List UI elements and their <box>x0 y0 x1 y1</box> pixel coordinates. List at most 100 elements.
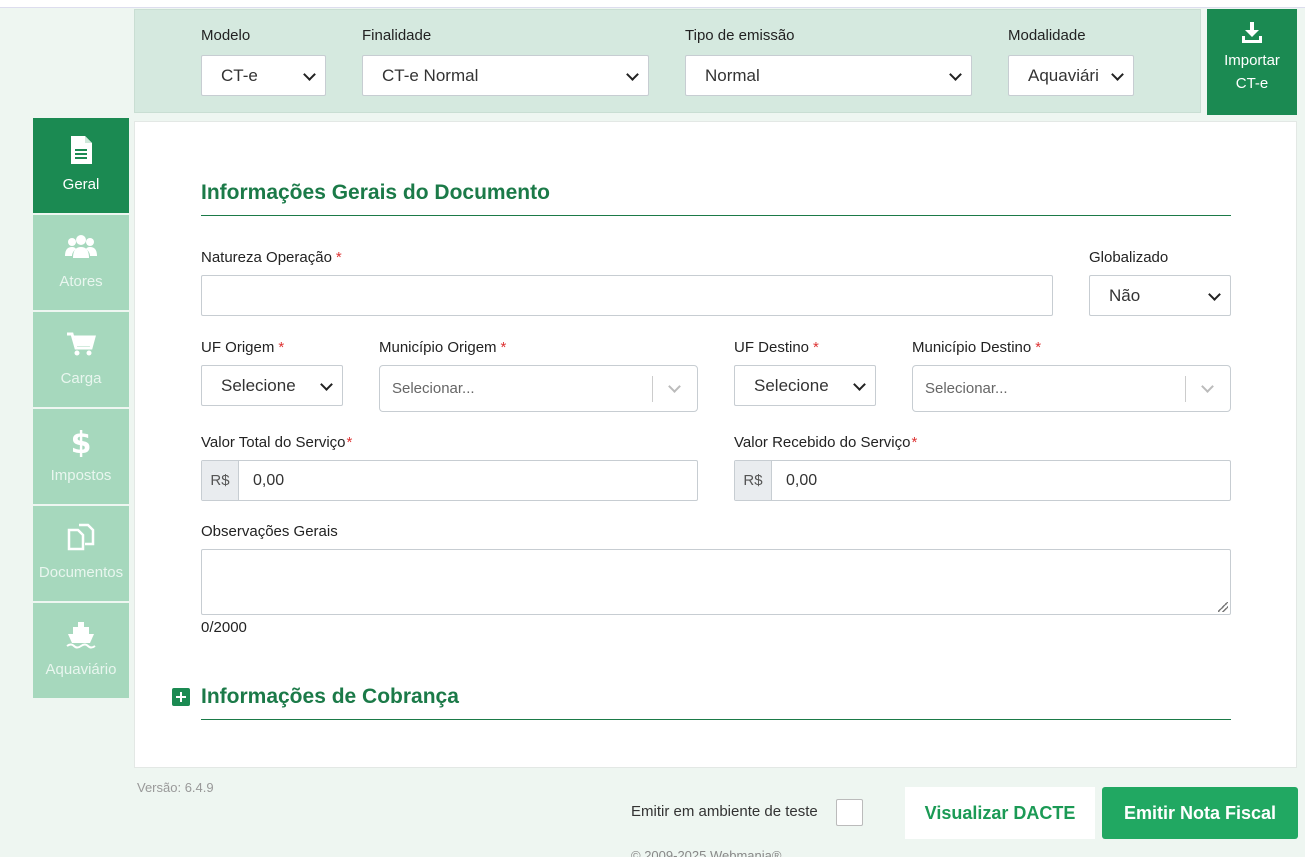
chevron-down-icon <box>1111 69 1125 83</box>
globalizado-label: Globalizado <box>1089 249 1169 266</box>
natureza-label: Natureza Operação * <box>201 249 342 266</box>
copyright-text: © 2009-2025 Webmania® <box>631 848 782 857</box>
finalidade-label: Finalidade <box>362 27 432 44</box>
emitir-nota-fiscal-button[interactable]: Emitir Nota Fiscal <box>1102 787 1298 839</box>
observacoes-label: Observações Gerais <box>201 523 338 540</box>
section-title-cobranca[interactable]: Informações de Cobrança <box>201 685 459 709</box>
character-counter: 0/2000 <box>201 619 247 636</box>
required-marker: * <box>911 434 918 451</box>
import-line1: Importar <box>1224 52 1280 69</box>
chevron-down-icon <box>1208 289 1222 303</box>
municipio-origem-label: Município Origem * <box>379 339 506 356</box>
modelo-select[interactable]: CT-e <box>201 55 326 96</box>
visualizar-dacte-button[interactable]: Visualizar DACTE <box>905 787 1095 839</box>
municipio-destino-label: Município Destino * <box>912 339 1041 356</box>
municipio-origem-combobox[interactable]: Selecionar... <box>379 365 698 412</box>
users-icon <box>65 235 97 258</box>
natureza-input[interactable] <box>201 275 1053 316</box>
valor-recebido-input[interactable]: R$ 0,00 <box>734 460 1231 501</box>
valor-recebido-label-text: Valor Recebido do Serviço <box>734 434 911 451</box>
dollar-icon: $ <box>71 426 92 457</box>
nav-item-aquaviario[interactable]: Aquaviário <box>33 603 129 698</box>
main-panel: Informações Gerais do Documento Natureza… <box>134 121 1297 768</box>
test-environment-checkbox[interactable] <box>836 799 863 826</box>
chevron-down-icon <box>853 379 867 393</box>
section-title-geral: Informações Gerais do Documento <box>201 181 550 204</box>
modelo-label: Modelo <box>201 27 251 44</box>
tipo-emissao-select[interactable]: Normal <box>685 55 972 96</box>
chevron-down-icon[interactable] <box>1200 382 1214 396</box>
modalidade-field: Modalidade Aquaviári <box>1008 27 1134 96</box>
combobox-separator <box>1185 376 1186 402</box>
finalidade-value: CT-e Normal <box>382 66 479 85</box>
finalidade-field: Finalidade CT-e Normal <box>362 27 649 96</box>
valor-recebido-label: Valor Recebido do Serviço* <box>734 434 917 451</box>
section-divider <box>201 719 1231 720</box>
modelo-field: Modelo CT-e <box>201 27 326 96</box>
valor-total-value: 0,00 <box>253 472 285 489</box>
nav-label: Geral <box>62 176 100 193</box>
valor-total-input[interactable]: R$ 0,00 <box>201 460 698 501</box>
natureza-label-text: Natureza Operação <box>201 249 332 266</box>
import-cte-button[interactable]: Importar CT-e <box>1207 9 1297 115</box>
version-text: Versão: 6.4.9 <box>137 780 214 795</box>
nav-item-atores[interactable]: Atores <box>33 215 129 310</box>
nav-label: Carga <box>60 370 102 387</box>
ship-icon <box>66 622 96 649</box>
tipo-emissao-label: Tipo de emissão <box>685 27 795 44</box>
uf-origem-label: UF Origem * <box>201 339 284 356</box>
tipo-emissao-value: Normal <box>705 66 760 85</box>
nav-item-impostos[interactable]: $ Impostos <box>33 409 129 504</box>
required-marker: * <box>346 434 353 451</box>
currency-addon: R$ <box>202 461 239 500</box>
uf-destino-label: UF Destino * <box>734 339 819 356</box>
modalidade-value: Aquaviári <box>1028 66 1099 85</box>
municipio-destino-combobox[interactable]: Selecionar... <box>912 365 1231 412</box>
modelo-value: CT-e <box>221 66 258 85</box>
valor-recebido-value: 0,00 <box>786 472 818 489</box>
chevron-down-icon <box>626 69 640 83</box>
required-marker: * <box>813 339 819 356</box>
finalidade-select[interactable]: CT-e Normal <box>362 55 649 96</box>
nav-label: Atores <box>59 273 103 290</box>
top-edge <box>0 0 1305 8</box>
nav-label: Impostos <box>50 467 112 484</box>
document-type-bar: Modelo CT-e Finalidade CT-e Normal Tipo … <box>134 9 1201 113</box>
modalidade-label: Modalidade <box>1008 27 1086 44</box>
observacoes-textarea[interactable] <box>201 549 1231 615</box>
documents-icon <box>67 523 95 551</box>
municipio-destino-label-text: Município Destino <box>912 339 1032 356</box>
uf-origem-value: Selecione <box>221 376 296 395</box>
municipio-origem-label-text: Município Origem <box>379 339 497 356</box>
download-icon <box>1242 22 1262 43</box>
side-navigation: Geral Atores Carga $ Impostos Documentos… <box>33 118 129 700</box>
globalizado-select[interactable]: Não <box>1089 275 1231 316</box>
uf-destino-value: Selecione <box>754 376 829 395</box>
chevron-down-icon <box>320 379 334 393</box>
expand-plus-icon[interactable] <box>172 688 190 706</box>
nav-item-documentos[interactable]: Documentos <box>33 506 129 601</box>
cart-icon <box>67 332 96 356</box>
nav-item-carga[interactable]: Carga <box>33 312 129 407</box>
uf-destino-select[interactable]: Selecione <box>734 365 876 406</box>
test-environment-label: Emitir em ambiente de teste <box>631 803 818 820</box>
document-icon <box>71 136 92 164</box>
chevron-down-icon <box>949 69 963 83</box>
resize-handle[interactable] <box>1218 602 1228 612</box>
chevron-down-icon[interactable] <box>667 382 681 396</box>
nav-label: Documentos <box>38 564 124 581</box>
modalidade-select[interactable]: Aquaviári <box>1008 55 1134 96</box>
section-divider <box>201 215 1231 216</box>
globalizado-value: Não <box>1109 286 1141 305</box>
uf-origem-label-text: UF Origem <box>201 339 275 356</box>
required-marker: * <box>1035 339 1042 356</box>
nav-item-geral[interactable]: Geral <box>33 118 129 213</box>
valor-total-label: Valor Total do Serviço* <box>201 434 352 451</box>
municipio-origem-placeholder: Selecionar... <box>392 380 475 397</box>
tipo-emissao-field: Tipo de emissão Normal <box>685 27 972 96</box>
chevron-down-icon <box>303 69 317 83</box>
required-marker: * <box>278 339 285 356</box>
required-marker: * <box>500 339 507 356</box>
required-marker: * <box>335 249 342 266</box>
uf-origem-select[interactable]: Selecione <box>201 365 343 406</box>
